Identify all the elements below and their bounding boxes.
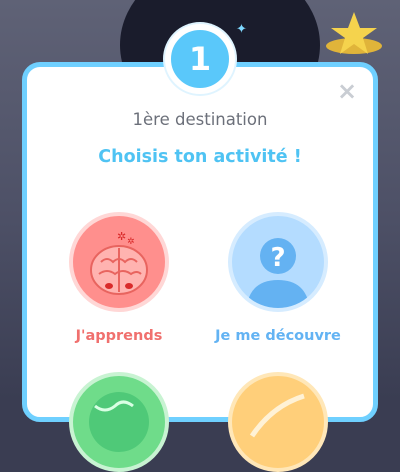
svg-text:✲: ✲ (117, 230, 126, 243)
step-number: 1 (188, 40, 212, 78)
orange-activity-icon (249, 393, 305, 438)
person-question-icon: ? (246, 238, 310, 308)
svg-text:✲: ✲ (127, 237, 135, 247)
activity-circle: ✲ ✲ (69, 212, 169, 312)
close-button[interactable]: × (336, 77, 358, 105)
step-number-badge: 1 (165, 24, 235, 94)
brain-icon: ✲ ✲ (90, 230, 148, 295)
svg-text:?: ? (270, 243, 285, 273)
activity-circle: ? (228, 212, 328, 312)
activity-label: Je me découvre (215, 328, 341, 344)
close-icon: × (336, 77, 358, 105)
star-icon (326, 12, 382, 54)
activity-circle (69, 372, 169, 472)
activity-label: J'apprends (75, 328, 163, 344)
globe-icon (89, 392, 149, 452)
sparkle-icon: ✦ (236, 22, 247, 37)
activity-circle (228, 372, 328, 472)
destination-subtitle: 1ère destination (132, 110, 268, 129)
modal-title: Choisis ton activité ! (98, 147, 302, 167)
